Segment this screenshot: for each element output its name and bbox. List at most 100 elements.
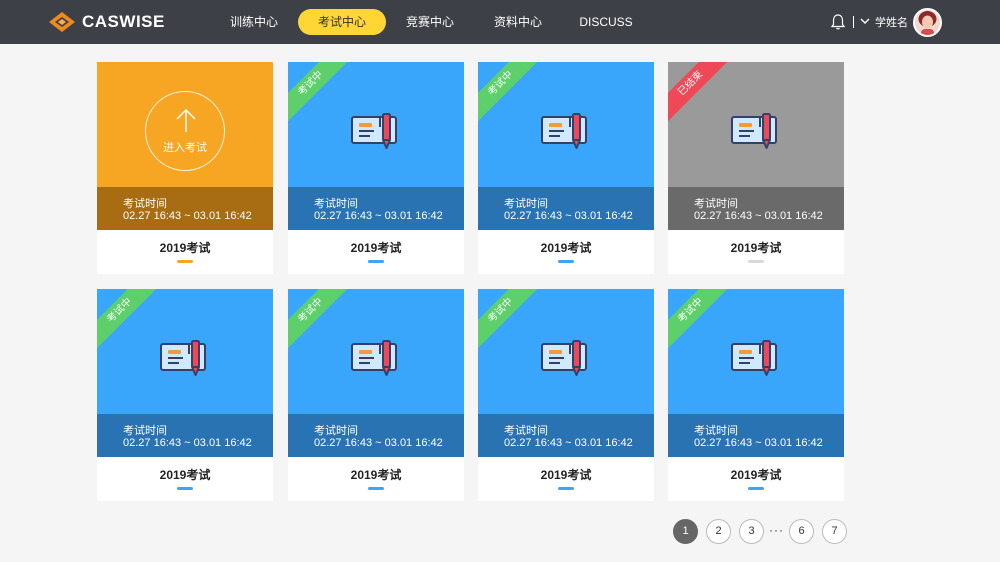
nav-discuss[interactable]: DISCUSS xyxy=(562,9,650,35)
avatar-portrait-icon xyxy=(915,10,940,35)
exam-card-indicator xyxy=(558,487,574,490)
nav-training-center[interactable]: 训练中心 xyxy=(210,9,298,35)
exam-time-label: 考试时间 xyxy=(314,425,358,437)
exam-card-cover[interactable]: 考试中 xyxy=(288,62,464,187)
logo[interactable]: CASWISE xyxy=(48,11,165,33)
arrow-up-icon xyxy=(176,108,196,132)
status-ribbon: 考试中 xyxy=(97,289,157,349)
status-ribbon: 已结束 xyxy=(668,62,728,122)
enter-exam-button[interactable]: 进入考试 xyxy=(145,91,225,171)
username[interactable]: 学姓名 xyxy=(875,14,908,30)
exam-time-label: 考试时间 xyxy=(694,198,738,210)
exam-title[interactable]: 2019考试 xyxy=(478,466,654,483)
exam-time-block: 考试时间 02.27 16:43 ~ 03.01 16:42 xyxy=(478,414,654,457)
top-navigation-bar: CASWISE 训练中心 考试中心 竞赛中心 资料中心 DISCUSS 学姓名 xyxy=(0,0,1000,44)
exam-time-label: 考试时间 xyxy=(504,198,548,210)
exam-card[interactable]: 进入考试考试时间 02.27 16:43 ~ 03.01 16:42 2019考试 xyxy=(97,62,273,274)
exam-paper-pen-icon xyxy=(351,113,397,149)
exam-time-label: 考试时间 xyxy=(123,425,167,437)
exam-card-cover[interactable]: 考试中 xyxy=(97,289,273,414)
exam-title[interactable]: 2019考试 xyxy=(288,239,464,256)
exam-card[interactable]: 考试中考试时间 02.27 16:43 ~ 03.01 16:42 2019考试 xyxy=(668,289,844,501)
exam-card-indicator xyxy=(177,260,193,263)
exam-time-block: 考试时间 02.27 16:43 ~ 03.01 16:42 xyxy=(97,414,273,457)
exam-card-cover[interactable]: 进入考试 xyxy=(97,62,273,187)
exam-time-range: 02.27 16:43 ~ 03.01 16:42 xyxy=(694,437,823,449)
logo-text: CASWISE xyxy=(82,12,165,31)
status-ribbon: 考试中 xyxy=(288,62,348,122)
nav-materials-center[interactable]: 资料中心 xyxy=(474,9,562,35)
status-ribbon: 考试中 xyxy=(668,289,728,349)
exam-time-label: 考试时间 xyxy=(694,425,738,437)
page-button[interactable]: 2 xyxy=(706,519,731,544)
page-button[interactable]: 6 xyxy=(789,519,814,544)
status-ribbon-label: 考试中 xyxy=(288,62,348,122)
status-ribbon-label: 考试中 xyxy=(478,289,538,349)
exam-card-cover[interactable]: 考试中 xyxy=(478,289,654,414)
exam-card-indicator xyxy=(368,487,384,490)
exam-card-indicator xyxy=(748,487,764,490)
status-ribbon: 考试中 xyxy=(478,289,538,349)
exam-card-indicator xyxy=(558,260,574,263)
exam-time-range: 02.27 16:43 ~ 03.01 16:42 xyxy=(504,437,633,449)
exam-title[interactable]: 2019考试 xyxy=(478,239,654,256)
nav-exam-center[interactable]: 考试中心 xyxy=(298,9,386,35)
exam-card[interactable]: 考试中考试时间 02.27 16:43 ~ 03.01 16:42 2019考试 xyxy=(478,62,654,274)
exam-time-block: 考试时间 02.27 16:43 ~ 03.01 16:42 xyxy=(288,414,464,457)
header-divider xyxy=(853,16,854,28)
exam-title[interactable]: 2019考试 xyxy=(668,466,844,483)
page-button[interactable]: 3 xyxy=(739,519,764,544)
exam-paper-pen-icon xyxy=(541,340,587,376)
exam-paper-pen-icon xyxy=(160,340,206,376)
exam-card-cover[interactable]: 考试中 xyxy=(288,289,464,414)
exam-card[interactable]: 考试中考试时间 02.27 16:43 ~ 03.01 16:42 2019考试 xyxy=(288,62,464,274)
exam-title[interactable]: 2019考试 xyxy=(97,239,273,256)
chevron-down-icon[interactable] xyxy=(860,15,870,27)
exam-card[interactable]: 考试中考试时间 02.27 16:43 ~ 03.01 16:42 2019考试 xyxy=(97,289,273,501)
exam-paper-pen-icon xyxy=(541,113,587,149)
status-ribbon-label: 已结束 xyxy=(668,62,728,122)
exam-card-indicator xyxy=(177,487,193,490)
exam-title[interactable]: 2019考试 xyxy=(97,466,273,483)
caswise-logo-icon xyxy=(49,12,75,32)
exam-time-block: 考试时间 02.27 16:43 ~ 03.01 16:42 xyxy=(668,414,844,457)
exam-card-indicator xyxy=(368,260,384,263)
exam-time-range: 02.27 16:43 ~ 03.01 16:42 xyxy=(314,437,443,449)
exam-card-cover[interactable]: 考试中 xyxy=(478,62,654,187)
exam-title[interactable]: 2019考试 xyxy=(288,466,464,483)
exam-time-block: 考试时间 02.27 16:43 ~ 03.01 16:42 xyxy=(668,187,844,230)
exam-card[interactable]: 已结束考试时间 02.27 16:43 ~ 03.01 16:42 2019考试 xyxy=(668,62,844,274)
nav-competition-center[interactable]: 竞赛中心 xyxy=(386,9,474,35)
exam-time-range: 02.27 16:43 ~ 03.01 16:42 xyxy=(694,210,823,222)
exam-time-label: 考试时间 xyxy=(123,198,167,210)
exam-card[interactable]: 考试中考试时间 02.27 16:43 ~ 03.01 16:42 2019考试 xyxy=(478,289,654,501)
pagination-ellipsis: ··· xyxy=(769,523,784,537)
status-ribbon-label: 考试中 xyxy=(97,289,157,349)
exam-card-indicator xyxy=(748,260,764,263)
exam-time-block: 考试时间 02.27 16:43 ~ 03.01 16:42 xyxy=(288,187,464,230)
status-ribbon-label: 考试中 xyxy=(668,289,728,349)
exam-paper-pen-icon xyxy=(731,340,777,376)
exam-time-label: 考试时间 xyxy=(504,425,548,437)
exam-time-block: 考试时间 02.27 16:43 ~ 03.01 16:42 xyxy=(97,187,273,230)
user-avatar[interactable] xyxy=(913,8,942,37)
status-ribbon: 考试中 xyxy=(478,62,538,122)
exam-card-cover[interactable]: 已结束 xyxy=(668,62,844,187)
exam-time-label: 考试时间 xyxy=(314,198,358,210)
exam-card[interactable]: 考试中考试时间 02.27 16:43 ~ 03.01 16:42 2019考试 xyxy=(288,289,464,501)
exam-card-cover[interactable]: 考试中 xyxy=(668,289,844,414)
exam-time-block: 考试时间 02.27 16:43 ~ 03.01 16:42 xyxy=(478,187,654,230)
exam-paper-pen-icon xyxy=(351,340,397,376)
enter-exam-label: 进入考试 xyxy=(163,142,207,154)
status-ribbon: 考试中 xyxy=(288,289,348,349)
exam-time-range: 02.27 16:43 ~ 03.01 16:42 xyxy=(123,210,252,222)
page-button[interactable]: 7 xyxy=(822,519,847,544)
page-button[interactable]: 1 xyxy=(673,519,698,544)
exam-paper-pen-icon xyxy=(731,113,777,149)
exam-title[interactable]: 2019考试 xyxy=(668,239,844,256)
exam-time-range: 02.27 16:43 ~ 03.01 16:42 xyxy=(314,210,443,222)
status-ribbon-label: 考试中 xyxy=(288,289,348,349)
status-ribbon-label: 考试中 xyxy=(478,62,538,122)
bell-icon[interactable] xyxy=(830,13,846,31)
exam-time-range: 02.27 16:43 ~ 03.01 16:42 xyxy=(504,210,633,222)
